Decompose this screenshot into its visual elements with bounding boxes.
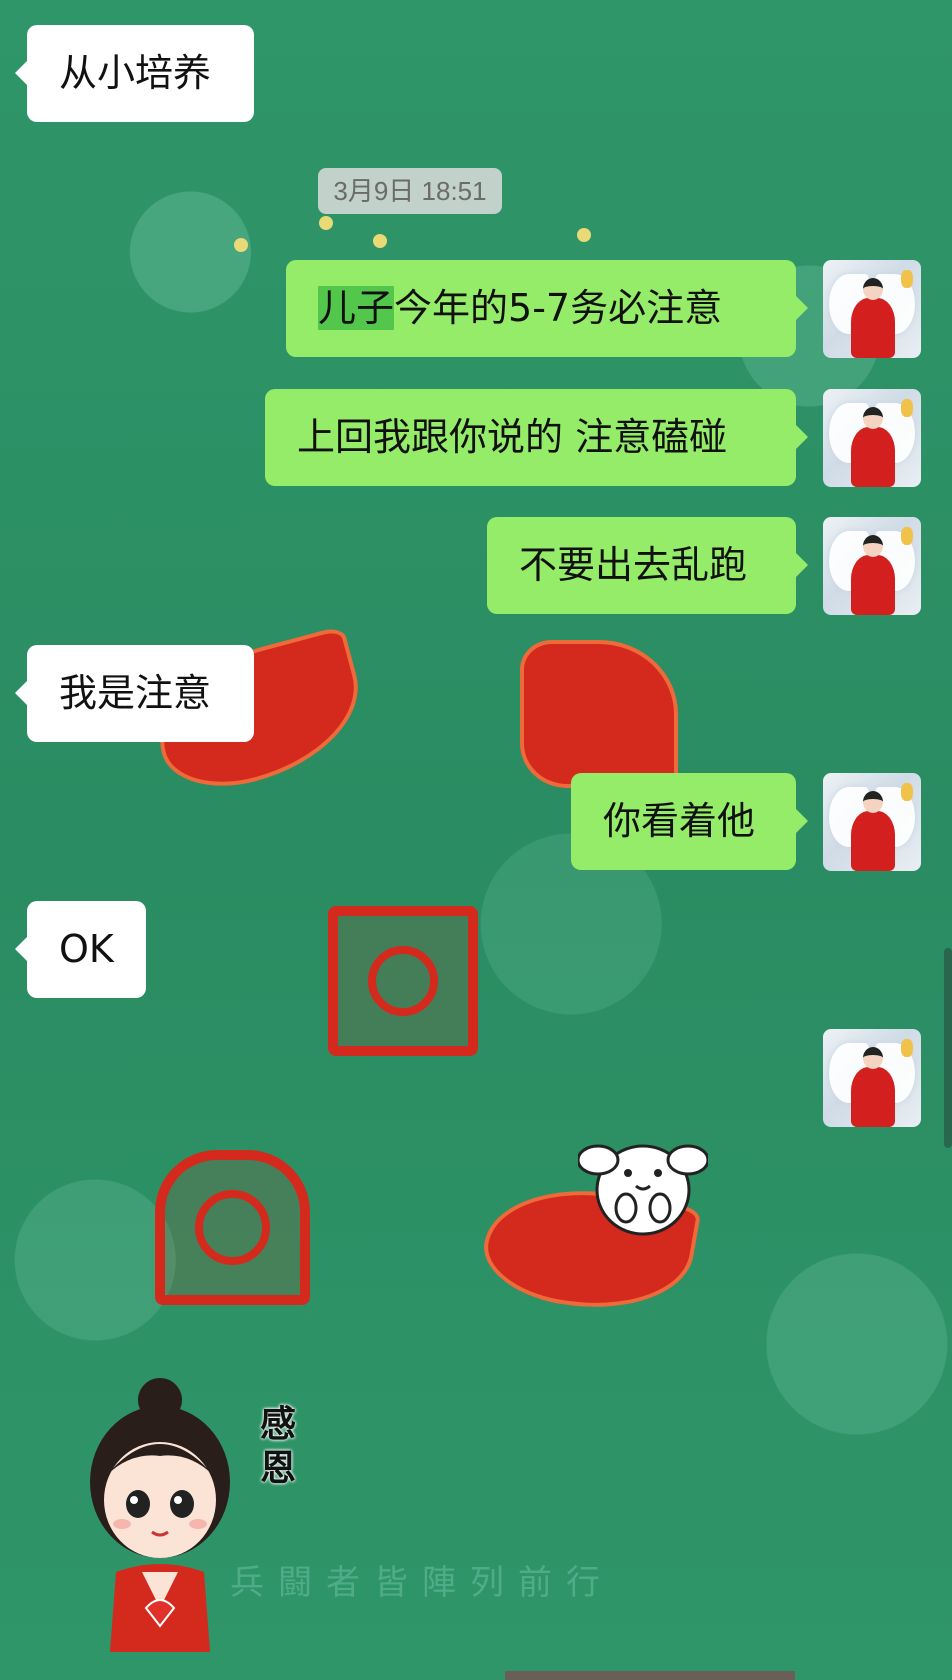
sticker-caption: 感恩 [260, 1403, 297, 1489]
outgoing-message-bubble[interactable]: 你看着他 [571, 773, 808, 870]
highlighted-text: 儿子 [318, 286, 395, 330]
outgoing-message-bubble[interactable]: 儿子今年的5-7务必注意 [286, 260, 808, 357]
message-text: 今年的5-7务必注意 [394, 286, 723, 330]
incoming-message-bubble[interactable]: OK [15, 901, 146, 998]
my-avatar[interactable] [823, 260, 921, 358]
outgoing-message-bubble[interactable]: 上回我跟你说的 注意磕碰 [265, 389, 808, 486]
my-avatar[interactable] [823, 389, 921, 487]
incoming-message-bubble[interactable]: 从小培养 [15, 25, 254, 122]
girl-heart-sticker[interactable]: 感恩 [80, 1372, 320, 1652]
white-dog-sticker[interactable] [578, 1128, 708, 1240]
message-text: 你看着他 [603, 799, 756, 843]
my-avatar[interactable] [823, 773, 921, 871]
message-timestamp: 3月9日 18:51 [318, 168, 502, 214]
message-text: OK [59, 927, 114, 971]
next-message-preview [505, 1671, 795, 1680]
message-text: 从小培养 [59, 51, 212, 95]
my-avatar[interactable] [823, 1029, 921, 1127]
chat-area[interactable]: 兵闘者皆陣列前行 3月9日 18:51 从小培养 儿子今年的5-7务必注意 上回… [0, 0, 952, 1680]
my-avatar[interactable] [823, 517, 921, 615]
message-text: 不要出去乱跑 [519, 543, 748, 587]
red-glyph-emblem [520, 640, 678, 788]
message-text: 上回我跟你说的 注意磕碰 [297, 415, 728, 459]
red-seal-emblem [328, 906, 478, 1056]
red-seal-emblem [155, 1150, 310, 1305]
outgoing-message-bubble[interactable]: 不要出去乱跑 [487, 517, 808, 614]
message-text: 我是注意 [59, 671, 212, 715]
incoming-message-bubble[interactable]: 我是注意 [15, 645, 254, 742]
scrollbar[interactable] [944, 948, 952, 1148]
